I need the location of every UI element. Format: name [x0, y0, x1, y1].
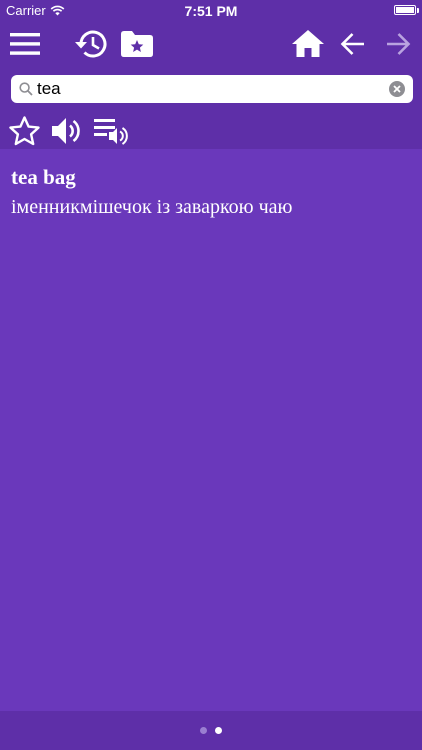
history-icon[interactable]	[74, 29, 108, 59]
entry-translation: іменникмішечок із заваркою чаю	[11, 196, 293, 218]
clear-icon[interactable]	[389, 81, 405, 97]
battery-level	[396, 7, 414, 13]
status-time: 7:51 PM	[184, 3, 238, 19]
speaker-icon[interactable]	[52, 116, 84, 146]
battery-icon	[394, 5, 416, 15]
search-bar[interactable]	[11, 75, 413, 103]
definition-area	[0, 149, 422, 711]
header: Carrier 7:51 PM	[0, 0, 422, 149]
entry-headword: tea bag	[11, 165, 76, 189]
forward-arrow-icon[interactable]	[385, 31, 411, 57]
page-dot-2-active[interactable]	[215, 727, 222, 734]
back-arrow-icon[interactable]	[340, 31, 366, 57]
home-icon[interactable]	[292, 30, 324, 57]
page-indicator-bar	[0, 711, 422, 750]
search-input[interactable]	[37, 75, 377, 103]
battery-tip	[417, 8, 419, 13]
playlist-audio-icon[interactable]	[94, 119, 128, 147]
star-icon[interactable]	[9, 116, 40, 146]
bookmarks-folder-icon[interactable]	[121, 31, 153, 57]
page-dot-1[interactable]	[200, 727, 207, 734]
search-icon	[19, 82, 33, 96]
status-bar: Carrier 7:51 PM	[0, 0, 422, 22]
menu-icon[interactable]	[10, 33, 40, 55]
